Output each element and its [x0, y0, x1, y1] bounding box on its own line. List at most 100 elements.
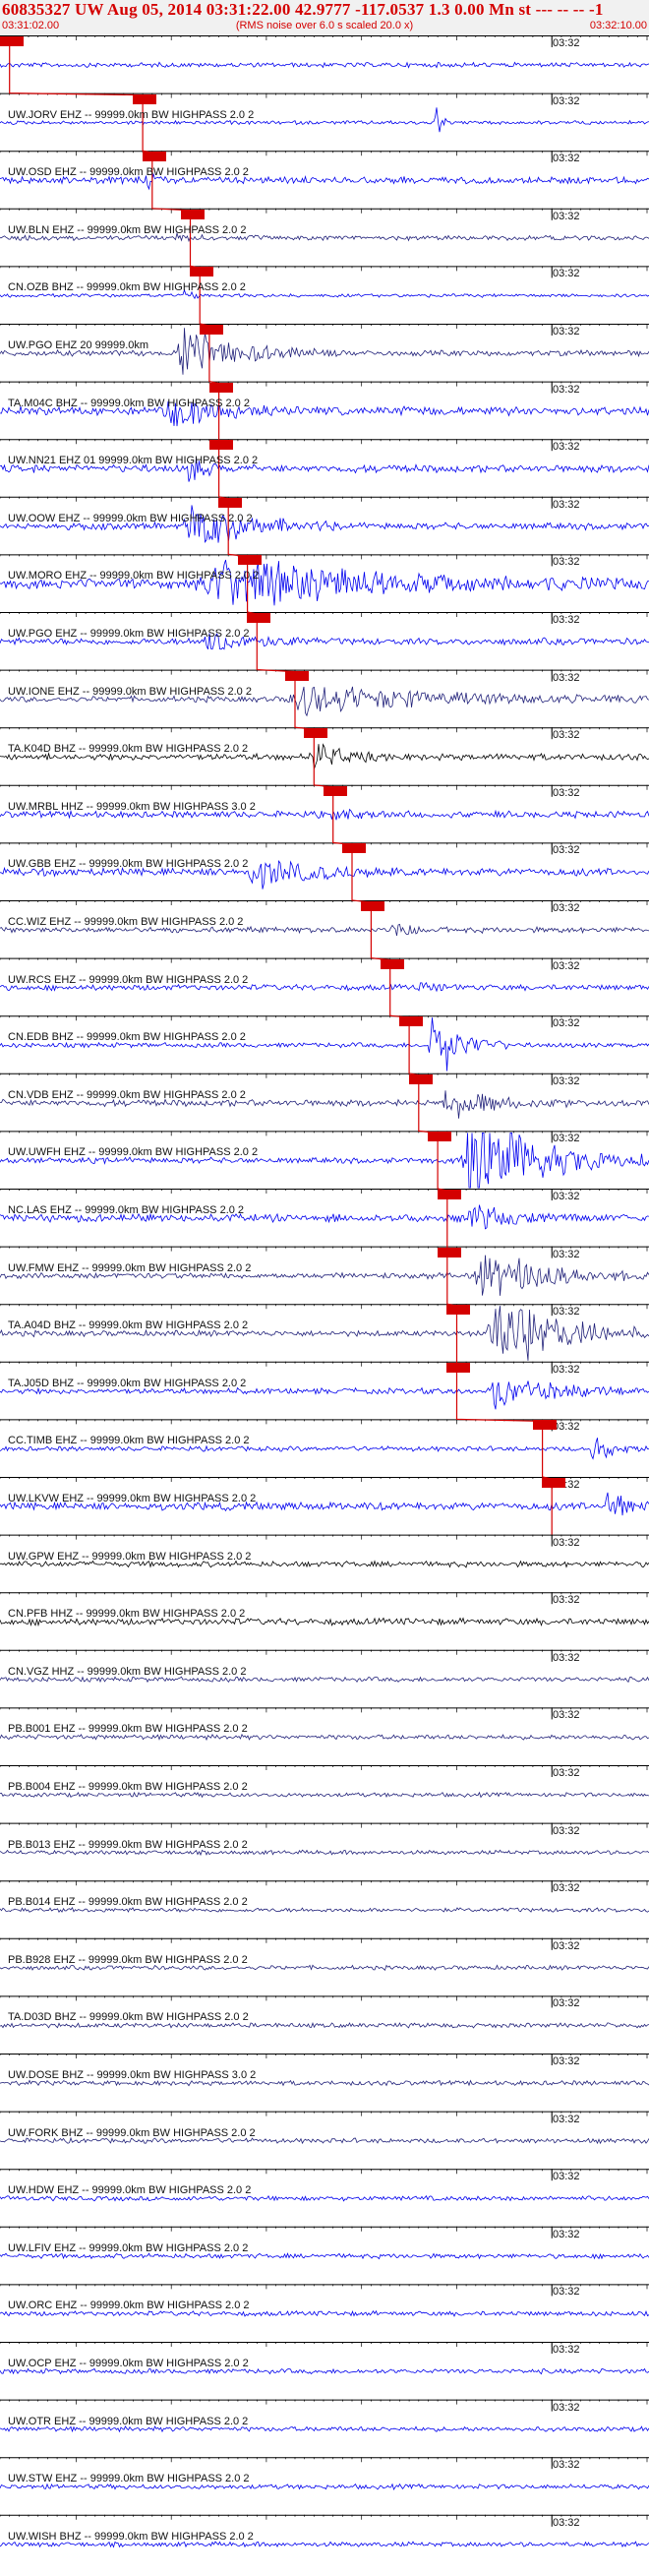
minute-label: 03:32 — [553, 153, 580, 165]
minute-label: 03:32 — [553, 671, 580, 684]
minute-label: 03:32 — [553, 1767, 580, 1779]
pick-marker[interactable] — [142, 152, 166, 162]
pick-marker[interactable] — [428, 1132, 452, 1142]
pick-marker[interactable] — [342, 843, 367, 854]
pick-marker[interactable] — [284, 670, 309, 681]
station-label: PB.B928 EHZ -- 99999.0km BW HIGHPASS 2.0… — [8, 1953, 248, 1966]
pick-marker[interactable] — [247, 613, 271, 623]
waveform-trace — [0, 559, 649, 606]
pick-marker[interactable] — [542, 1478, 566, 1488]
waveform-trace — [0, 1733, 649, 1742]
station-label: CC.TIMB EHZ -- 99999.0km BW HIGHPASS 2.0… — [8, 1435, 250, 1447]
station-label: TA.D03D BHZ -- 99999.0km BW HIGHPASS 2.0… — [8, 2011, 249, 2024]
station-label: TA.A04D BHZ -- 99999.0km BW HIGHPASS 2.0… — [8, 1319, 249, 1332]
station-label: UW.OOW EHZ -- 99999.0km BW HIGHPASS 2.0 … — [8, 512, 253, 524]
minute-label: 03:32 — [553, 959, 580, 972]
event-title: 60835327 UW Aug 05, 2014 03:31:22.00 42.… — [2, 0, 604, 19]
station-label: UW.JORV EHZ -- 99999.0km BW HIGHPASS 2.0… — [8, 108, 255, 121]
pick-marker[interactable] — [0, 36, 24, 46]
minute-label: 03:32 — [553, 1536, 580, 1549]
station-label: CN.EDB BHZ -- 99999.0km BW HIGHPASS 2.0 … — [8, 1031, 246, 1044]
minute-label: 03:32 — [553, 210, 580, 222]
station-label: NC.LAS EHZ -- 99999.0km BW HIGHPASS 2.0 … — [8, 1204, 245, 1216]
minute-label: 03:32 — [553, 786, 580, 799]
minute-label: 03:32 — [553, 441, 580, 454]
pick-marker[interactable] — [380, 958, 404, 969]
pick-marker[interactable] — [399, 1016, 424, 1027]
minute-label: 03:32 — [553, 1191, 580, 1202]
pick-marker[interactable] — [237, 555, 262, 566]
minute-label: 03:32 — [553, 844, 580, 857]
station-label: UW.RCS EHZ -- 99999.0km BW HIGHPASS 2.0 … — [8, 973, 249, 986]
pick-marker[interactable] — [446, 1305, 471, 1316]
plot-header: 60835327 UW Aug 05, 2014 03:31:22.00 42.… — [0, 0, 649, 35]
minute-label: 03:32 — [553, 1363, 580, 1376]
station-label: UW.DOSE BHZ -- 99999.0km BW HIGHPASS 3.0… — [8, 2069, 257, 2081]
minute-label: 03:32 — [553, 1421, 580, 1434]
pick-marker[interactable] — [199, 325, 223, 335]
pick-marker[interactable] — [437, 1190, 461, 1199]
minute-label: 03:32 — [553, 2113, 580, 2125]
waveform-trace — [0, 2194, 649, 2202]
pick-marker[interactable] — [133, 93, 157, 104]
waveform-trace — [0, 61, 649, 69]
waveform-trace — [0, 2079, 649, 2087]
station-label: PB.B004 EHZ -- 99999.0km BW HIGHPASS 2.0… — [8, 1781, 248, 1793]
minute-label: 03:32 — [553, 729, 580, 742]
station-label: CN.PFB HHZ -- 99999.0km BW HIGHPASS 2.0 … — [8, 1608, 246, 1621]
station-label: UW.GPW EHZ -- 99999.0km BW HIGHPASS 2.0 … — [8, 1550, 252, 1563]
station-label: UW.OTR EHZ -- 99999.0km BW HIGHPASS 2.0 … — [8, 2415, 249, 2427]
station-label: CN.VDB EHZ -- 99999.0km BW HIGHPASS 2.0 … — [8, 1088, 246, 1101]
waveform-trace — [0, 2367, 649, 2375]
station-label: PB.B013 EHZ -- 99999.0km BW HIGHPASS 2.0… — [8, 1838, 248, 1851]
minute-label: 03:32 — [553, 268, 580, 280]
pick-marker[interactable] — [218, 497, 243, 508]
waveform-trace — [0, 2425, 649, 2433]
station-label: CN.VGZ HHZ -- 99999.0km BW HIGHPASS 2.0 … — [8, 1665, 247, 1678]
station-label: UW.UWFH EHZ -- 99999.0km BW HIGHPASS 2.0… — [8, 1146, 259, 1159]
station-label: UW.LKVW EHZ -- 99999.0km BW HIGHPASS 2.0… — [8, 1493, 257, 1504]
pick-marker[interactable] — [190, 267, 214, 277]
waveform-trace — [0, 1676, 649, 1684]
minute-label: 03:32 — [553, 1651, 580, 1664]
waveform-trace — [0, 1791, 649, 1799]
minute-label: 03:32 — [553, 2055, 580, 2067]
minute-label: 03:32 — [553, 1882, 580, 1895]
minute-label: 03:32 — [553, 1017, 580, 1030]
minute-label: 03:32 — [553, 1074, 580, 1087]
station-label: UW.ORC EHZ -- 99999.0km BW HIGHPASS 2.0 … — [8, 2300, 250, 2312]
minute-label: 03:32 — [553, 1133, 580, 1145]
station-label: CC.WIZ EHZ -- 99999.0km BW HIGHPASS 2.0 … — [8, 916, 244, 928]
pick-marker[interactable] — [304, 728, 328, 739]
station-label: UW.FMW EHZ -- 99999.0km BW HIGHPASS 2.0 … — [8, 1261, 252, 1274]
pick-marker[interactable] — [180, 209, 205, 219]
minute-label: 03:32 — [553, 614, 580, 626]
pick-marker[interactable] — [323, 785, 347, 796]
station-label: UW.MORO EHZ -- 99999.0km BW HIGHPASS 2.0… — [8, 570, 260, 583]
pick-marker[interactable] — [208, 382, 233, 393]
pick-marker[interactable] — [437, 1247, 461, 1257]
minute-label: 03:32 — [553, 902, 580, 914]
station-label: PB.B001 EHZ -- 99999.0km BW HIGHPASS 2.0… — [8, 1723, 248, 1736]
rms-note: (RMS noise over 6.0 s scaled 20.0 x) — [235, 20, 414, 31]
minute-label: 03:32 — [553, 498, 580, 511]
pick-marker[interactable] — [446, 1362, 471, 1373]
minute-label: 03:32 — [553, 1997, 580, 2010]
station-label: UW.STW EHZ -- 99999.0km BW HIGHPASS 2.0 … — [8, 2473, 250, 2485]
minute-label: 03:32 — [553, 2228, 580, 2240]
station-label: UW.PGO EHZ -- 99999.0km BW HIGHPASS 2.0 … — [8, 628, 250, 640]
minute-label: 03:32 — [553, 556, 580, 569]
minute-label: 03:32 — [553, 1709, 580, 1722]
seismogram-panel: 03:32 UW.JORV EHZ -- 99999.0km BW HIGHPA… — [0, 35, 649, 2576]
minute-label: 03:32 — [553, 326, 580, 337]
station-label: UW.OSD EHZ -- 99999.0km BW HIGHPASS 2.0 … — [8, 166, 249, 179]
station-label: UW.FORK BHZ -- 99999.0km BW HIGHPASS 2.0… — [8, 2126, 256, 2139]
pick-marker[interactable] — [208, 440, 233, 451]
waveform-trace — [0, 1906, 649, 1914]
station-label: TA.M04C BHZ -- 99999.0km BW HIGHPASS 2.0… — [8, 397, 250, 409]
pick-marker[interactable] — [361, 901, 385, 911]
station-label: UW.IONE EHZ -- 99999.0km BW HIGHPASS 2.0… — [8, 685, 252, 698]
pick-marker[interactable] — [408, 1073, 433, 1084]
pick-marker[interactable] — [532, 1420, 557, 1431]
waveform-trace — [0, 2309, 649, 2317]
